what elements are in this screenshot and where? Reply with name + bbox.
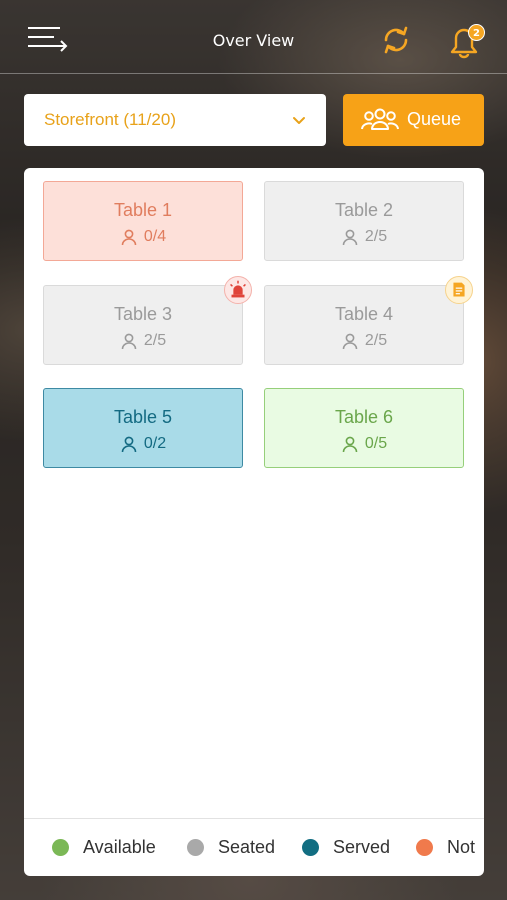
chevron-down-icon — [293, 117, 305, 124]
table-card[interactable]: Table 1 0/4 — [43, 181, 243, 261]
seat-count: 2/5 — [364, 332, 388, 349]
seat-count: 2/5 — [364, 228, 388, 245]
legend-dot — [187, 839, 204, 856]
legend-item-available: Available — [52, 837, 156, 858]
seat-count: 0/4 — [143, 228, 167, 245]
seat-count: 0/5 — [364, 435, 388, 452]
legend-dot — [52, 839, 69, 856]
table-card[interactable]: Table 3 2/5 — [43, 285, 243, 365]
siren-icon[interactable] — [224, 276, 252, 304]
table-name: Table 6 — [334, 407, 394, 427]
group-icon — [361, 108, 399, 130]
notification-count-badge: 2 — [468, 24, 485, 41]
section-select-value: Storefront (11/20) — [44, 110, 176, 129]
legend-item-served: Served — [302, 837, 390, 858]
person-icon — [342, 333, 358, 350]
status-legend: Available Seated Served Not — [24, 818, 484, 876]
legend-label: Served — [333, 837, 391, 857]
legend-label: Seated — [218, 837, 276, 857]
seat-count: 0/2 — [143, 435, 167, 452]
legend-label: Not — [447, 837, 476, 857]
table-card[interactable]: Table 4 2/5 — [264, 285, 464, 365]
person-icon — [342, 436, 358, 453]
table-name: Table 5 — [113, 407, 173, 427]
page-title: Over View — [212, 31, 295, 50]
sync-icon[interactable] — [379, 23, 413, 57]
legend-dot — [302, 839, 319, 856]
table-name: Table 3 — [113, 304, 173, 324]
person-icon — [121, 333, 137, 350]
seat-count: 2/5 — [143, 332, 167, 349]
table-name: Table 2 — [334, 200, 394, 220]
tables-panel: Table 1 0/4 Table 2 2/5 Table 3 2/5 Tabl… — [24, 168, 484, 876]
legend-item-not-available: Not — [416, 837, 475, 858]
person-icon — [121, 229, 137, 246]
table-card[interactable]: Table 5 0/2 — [43, 388, 243, 468]
table-name: Table 4 — [334, 304, 394, 324]
person-icon — [121, 436, 137, 453]
queue-button-label: Queue — [407, 109, 462, 129]
section-select[interactable]: Storefront (11/20) — [24, 94, 326, 146]
top-bar: Over View 2 — [0, 0, 507, 74]
notifications-button[interactable]: 2 — [444, 21, 488, 59]
queue-button[interactable]: Queue — [343, 94, 484, 146]
table-card[interactable]: Table 6 0/5 — [264, 388, 464, 468]
legend-item-seated: Seated — [187, 837, 275, 858]
table-card[interactable]: Table 2 2/5 — [264, 181, 464, 261]
note-icon[interactable] — [445, 276, 473, 304]
table-name: Table 1 — [113, 200, 173, 220]
legend-label: Available — [83, 837, 156, 857]
person-icon — [342, 229, 358, 246]
legend-dot — [416, 839, 433, 856]
